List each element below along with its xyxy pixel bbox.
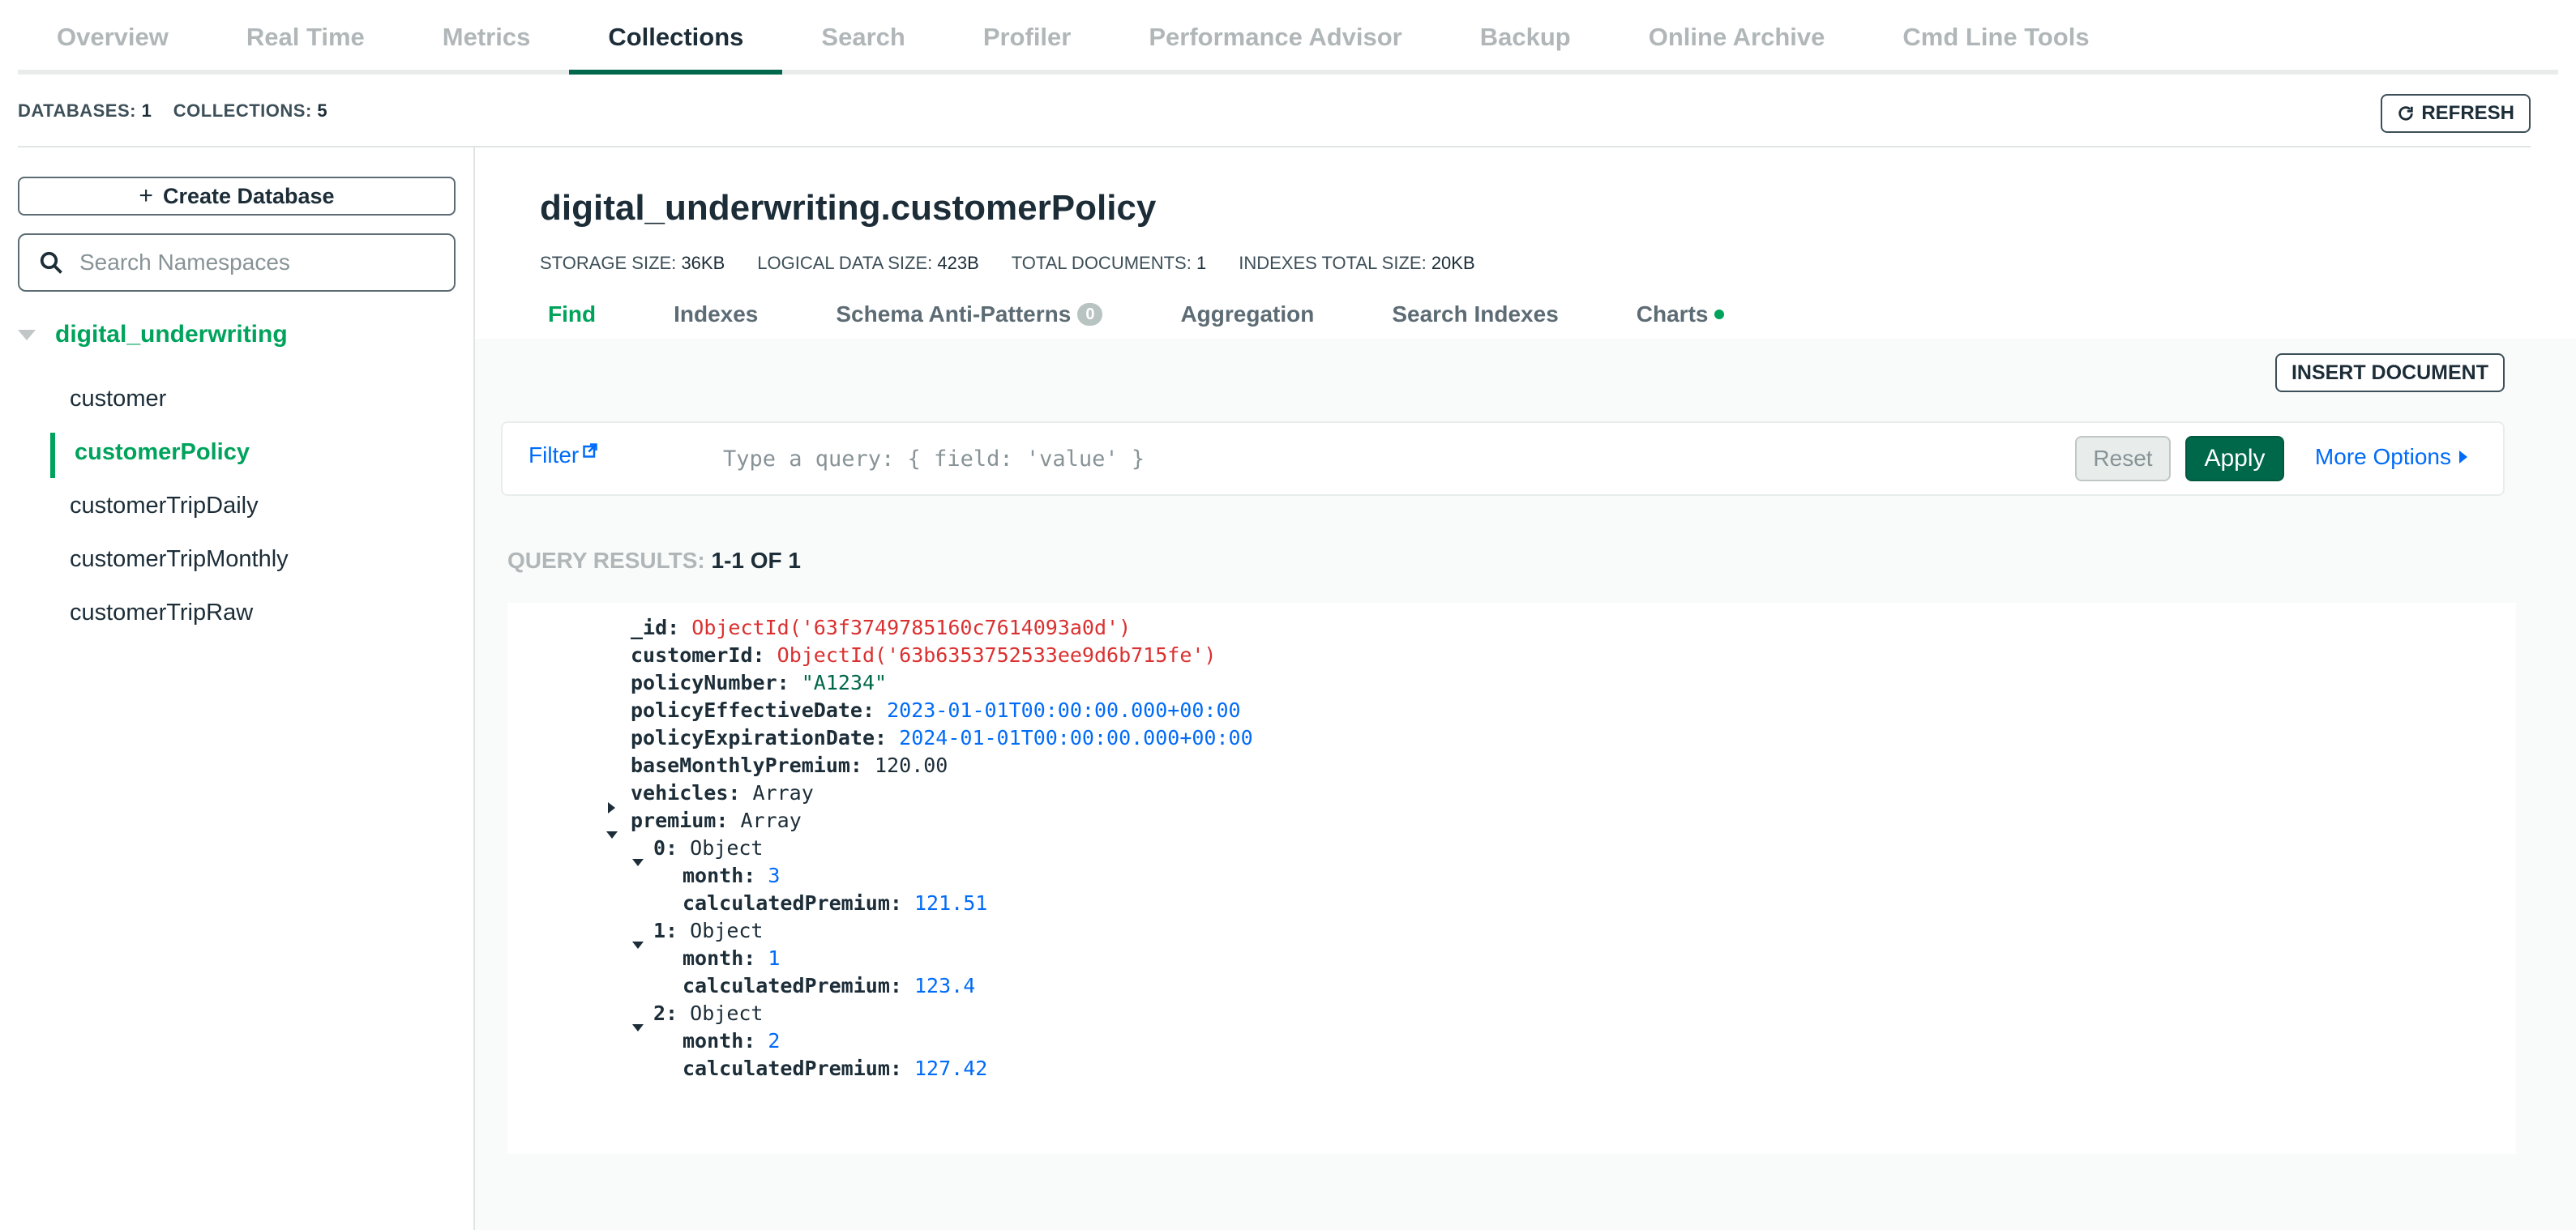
collections-label: COLLECTIONS: bbox=[173, 100, 312, 121]
status-dot-icon bbox=[1714, 310, 1725, 319]
plus-icon: + bbox=[139, 182, 153, 209]
premium-item-1-calculated: calculatedPremium: 123.4 bbox=[683, 974, 976, 997]
storage-size-label: STORAGE SIZE: bbox=[540, 253, 677, 273]
filter-label: Filter bbox=[528, 442, 580, 468]
count-badge: 0 bbox=[1077, 303, 1103, 326]
query-results-value: 1-1 OF 1 bbox=[711, 548, 801, 573]
create-database-button[interactable]: + Create Database bbox=[18, 177, 456, 216]
subtab-indexes[interactable]: Indexes bbox=[665, 301, 766, 327]
field-premium[interactable]: premium: Array bbox=[631, 809, 802, 832]
query-results-label: QUERY RESULTS: bbox=[507, 548, 705, 573]
field-base-monthly-premium: baseMonthlyPremium: 120.00 bbox=[631, 754, 948, 777]
collapse-premium-icon[interactable] bbox=[606, 831, 618, 839]
expand-vehicles-icon[interactable] bbox=[608, 802, 615, 814]
subtab-aggregation[interactable]: Aggregation bbox=[1172, 301, 1322, 327]
more-options-button[interactable]: More Options bbox=[2315, 444, 2467, 470]
premium-item-0[interactable]: 0: Object bbox=[653, 836, 763, 860]
database-name: digital_underwriting bbox=[55, 321, 288, 348]
charts-label: Charts bbox=[1636, 301, 1709, 327]
collection-item-customer[interactable]: customer bbox=[70, 386, 166, 412]
search-namespaces-input[interactable] bbox=[78, 249, 438, 276]
field-customer-id: customerId: ObjectId('63b6353752533ee9d6… bbox=[631, 643, 1217, 667]
tab-profiler[interactable]: Profiler bbox=[944, 5, 1110, 70]
field-id: _id: ObjectId('63f3749785160c7614093a0d'… bbox=[631, 616, 1132, 639]
tab-search[interactable]: Search bbox=[782, 5, 944, 70]
namespace-sidebar: + Create Database digital_underwriting c… bbox=[0, 147, 475, 1230]
field-policy-number: policyNumber: "A1234" bbox=[631, 671, 888, 694]
tab-collections[interactable]: Collections bbox=[569, 5, 783, 75]
collection-item-customertripraw[interactable]: customerTripRaw bbox=[70, 600, 253, 626]
databases-label: DATABASES: bbox=[18, 100, 136, 121]
total-documents-label: TOTAL DOCUMENTS: bbox=[1011, 253, 1192, 273]
insert-document-button[interactable]: INSERT DOCUMENT bbox=[2274, 353, 2505, 392]
premium-item-1-month: month: 1 bbox=[683, 946, 781, 970]
indexes-size-value: 20KB bbox=[1431, 253, 1475, 273]
database-item[interactable]: digital_underwriting bbox=[18, 321, 288, 348]
tab-backup[interactable]: Backup bbox=[1441, 5, 1610, 70]
logical-size-label: LOGICAL DATA SIZE: bbox=[757, 253, 933, 273]
caret-right-icon bbox=[2459, 451, 2467, 463]
field-policy-effective-date: policyEffectiveDate: 2023-01-01T00:00:00… bbox=[631, 698, 1241, 722]
reset-button[interactable]: Reset bbox=[2075, 436, 2171, 481]
collection-item-customertripmonthly[interactable]: customerTripMonthly bbox=[70, 546, 289, 573]
indexes-size-label: INDEXES TOTAL SIZE: bbox=[1239, 253, 1427, 273]
collection-item-customerpolicy[interactable]: customerPolicy bbox=[75, 439, 250, 466]
tab-overview[interactable]: Overview bbox=[18, 5, 208, 70]
field-policy-expiration-date: policyExpirationDate: 2024-01-01T00:00:0… bbox=[631, 726, 1253, 750]
chevron-down-icon[interactable] bbox=[18, 329, 36, 340]
search-icon bbox=[40, 251, 62, 274]
namespace-title: digital_underwriting.customerPolicy bbox=[540, 188, 1157, 228]
filter-link[interactable]: Filter bbox=[528, 442, 598, 468]
premium-item-0-calculated: calculatedPremium: 121.51 bbox=[683, 891, 988, 915]
collections-count: 5 bbox=[317, 100, 328, 121]
logical-size-value: 423B bbox=[937, 253, 979, 273]
query-results-summary: QUERY RESULTS: 1-1 OF 1 bbox=[507, 548, 801, 574]
external-link-icon bbox=[583, 443, 597, 458]
subtab-schema-anti-patterns[interactable]: Schema Anti-Patterns 0 bbox=[828, 301, 1110, 327]
create-database-label: Create Database bbox=[162, 183, 335, 208]
storage-size-value: 36KB bbox=[681, 253, 725, 273]
document-card: _id: ObjectId('63f3749785160c7614093a0d'… bbox=[507, 603, 2516, 1154]
more-options-label: More Options bbox=[2314, 444, 2451, 469]
subtab-search-indexes[interactable]: Search Indexes bbox=[1384, 301, 1566, 327]
subtab-charts[interactable]: Charts bbox=[1628, 301, 1733, 327]
field-vehicles[interactable]: vehicles: Array bbox=[631, 781, 814, 805]
premium-item-0-month: month: 3 bbox=[683, 864, 781, 887]
premium-item-1[interactable]: 1: Object bbox=[653, 919, 763, 942]
collapse-item-1-icon[interactable] bbox=[632, 942, 644, 949]
premium-item-2-calculated: calculatedPremium: 127.42 bbox=[683, 1057, 988, 1080]
top-tab-bar: Overview Real Time Metrics Collections S… bbox=[18, 0, 2558, 75]
tab-metrics[interactable]: Metrics bbox=[404, 5, 570, 70]
subtab-find[interactable]: Find bbox=[540, 301, 604, 327]
collection-subtabs: Find Indexes Schema Anti-Patterns 0 Aggr… bbox=[540, 301, 1732, 327]
collapse-item-0-icon[interactable] bbox=[632, 859, 644, 866]
total-documents-value: 1 bbox=[1196, 253, 1207, 273]
premium-item-2[interactable]: 2: Object bbox=[653, 1002, 763, 1025]
refresh-icon bbox=[2398, 106, 2414, 121]
filter-bar: Filter Reset Apply More Options bbox=[501, 421, 2505, 496]
tab-real-time[interactable]: Real Time bbox=[208, 5, 404, 70]
namespace-stats: STORAGE SIZE: 36KB LOGICAL DATA SIZE: 42… bbox=[540, 253, 1475, 274]
filter-query-input[interactable] bbox=[721, 446, 2022, 472]
tab-online-archive[interactable]: Online Archive bbox=[1610, 5, 1864, 70]
refresh-button[interactable]: REFRESH bbox=[2381, 94, 2531, 133]
tab-performance-advisor[interactable]: Performance Advisor bbox=[1110, 5, 1440, 70]
databases-count: 1 bbox=[141, 100, 152, 121]
schema-anti-patterns-label: Schema Anti-Patterns bbox=[836, 301, 1072, 327]
collection-item-customertripdaily[interactable]: customerTripDaily bbox=[70, 493, 259, 519]
collapse-item-2-icon[interactable] bbox=[632, 1024, 644, 1031]
refresh-label: REFRESH bbox=[2421, 102, 2514, 124]
search-namespaces bbox=[18, 233, 456, 292]
cluster-stats: DATABASES: 1 COLLECTIONS: 5 bbox=[18, 100, 327, 122]
apply-button[interactable]: Apply bbox=[2185, 436, 2284, 481]
premium-item-2-month: month: 2 bbox=[683, 1029, 781, 1053]
tab-cmd-line-tools[interactable]: Cmd Line Tools bbox=[1864, 5, 2128, 70]
active-indicator bbox=[50, 433, 55, 478]
